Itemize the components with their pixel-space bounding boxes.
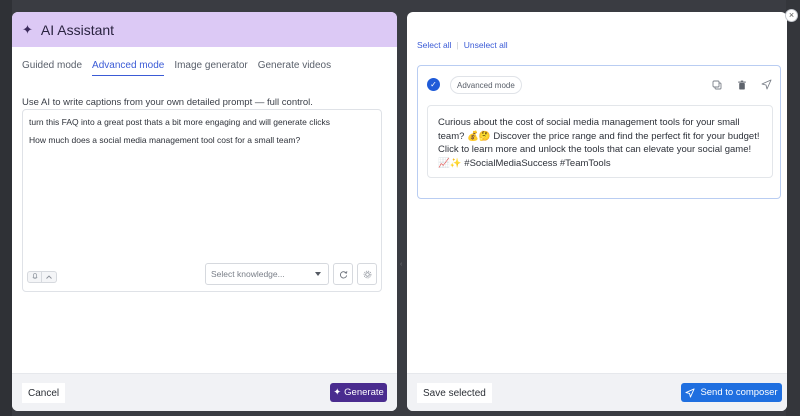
chevron-up-icon[interactable] <box>42 271 57 283</box>
panel-header: ✦ AI Assistant <box>12 12 397 47</box>
microphone-icon[interactable] <box>27 271 42 283</box>
drag-handle-icon[interactable]: ‹ <box>400 261 402 268</box>
select-all-link[interactable]: Select all <box>417 40 452 50</box>
result-card[interactable]: ✓ Advanced mode Curious about the cost o… <box>417 65 781 199</box>
mode-tabs: Guided mode Advanced mode Image generato… <box>12 47 397 85</box>
send-to-composer-label: Send to composer <box>700 387 778 398</box>
save-selected-button[interactable]: Save selected <box>417 383 492 403</box>
prompt-line-2: How much does a social media management … <box>29 135 301 145</box>
close-icon[interactable]: × <box>785 9 798 22</box>
sparkle-icon: ✦ <box>333 387 342 398</box>
prompt-textarea[interactable]: turn this FAQ into a great post thats a … <box>22 109 382 292</box>
generate-button-label: Generate <box>344 387 384 398</box>
tab-guided-mode[interactable]: Guided mode <box>22 60 82 76</box>
send-icon <box>685 387 695 398</box>
sparkle-icon: ✦ <box>22 21 33 37</box>
refresh-icon <box>339 270 347 278</box>
right-footer: Save selected Send to composer <box>407 373 787 411</box>
separator: | <box>456 40 459 50</box>
unselect-all-link[interactable]: Unselect all <box>464 40 508 50</box>
settings-button[interactable] <box>357 263 377 285</box>
prompt-line-1: turn this FAQ into a great post thats a … <box>29 117 330 127</box>
left-footer: Cancel ✦ Generate <box>12 373 397 411</box>
backdrop-right <box>786 0 800 416</box>
backdrop-left <box>0 0 12 416</box>
generate-button[interactable]: ✦ Generate <box>330 383 387 402</box>
tab-advanced-mode[interactable]: Advanced mode <box>92 60 165 76</box>
post-text[interactable]: Curious about the cost of social media m… <box>427 105 773 178</box>
ai-assistant-panel: ✦ AI Assistant Guided mode Advanced mode… <box>12 12 397 411</box>
refresh-knowledge-button[interactable] <box>333 263 353 285</box>
mode-badge: Advanced mode <box>450 76 522 94</box>
mic-controls <box>27 271 57 283</box>
send-to-composer-button[interactable]: Send to composer <box>681 383 782 402</box>
trash-icon[interactable] <box>736 79 747 90</box>
tab-image-generator[interactable]: Image generator <box>174 60 247 76</box>
results-panel: Select all | Unselect all ✓ Advanced mod… <box>407 12 787 411</box>
gear-icon <box>363 270 371 278</box>
copy-icon[interactable] <box>711 79 722 90</box>
chevron-down-icon <box>315 272 321 276</box>
checkmark-icon[interactable]: ✓ <box>427 78 440 91</box>
selection-links: Select all | Unselect all <box>417 40 508 50</box>
knowledge-select-placeholder: Select knowledge... <box>211 269 285 279</box>
send-icon[interactable] <box>761 79 772 90</box>
prompt-text: turn this FAQ into a great post thats a … <box>23 110 381 158</box>
cancel-button[interactable]: Cancel <box>22 383 66 403</box>
prompt-toolbar: Select knowledge... <box>27 263 377 285</box>
tab-generate-videos[interactable]: Generate videos <box>258 60 331 76</box>
knowledge-select[interactable]: Select knowledge... <box>205 263 329 285</box>
panel-title: AI Assistant <box>40 21 115 38</box>
card-actions <box>711 79 772 90</box>
